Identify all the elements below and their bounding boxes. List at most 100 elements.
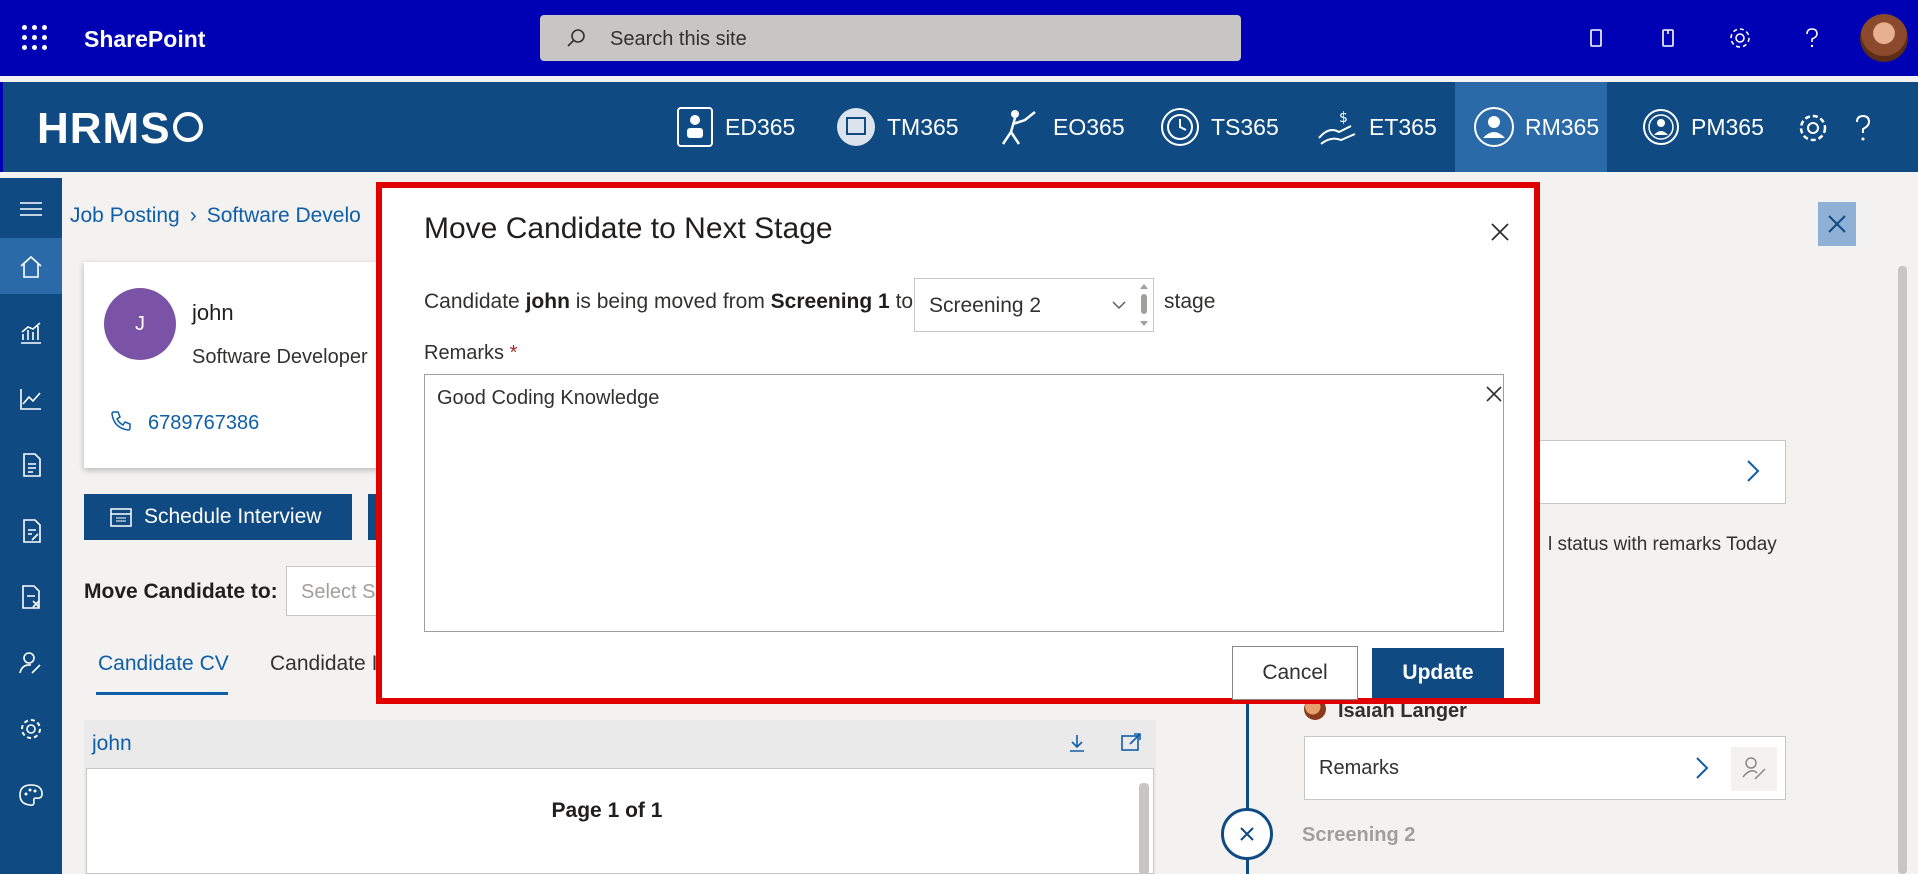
task-management-icon: [837, 108, 875, 146]
remarks-value: Good Coding Knowledge: [437, 387, 660, 409]
user-edit-icon[interactable]: [18, 650, 44, 676]
phone-icon: [111, 411, 131, 431]
page-scroll-thumb[interactable]: [1898, 266, 1907, 874]
user-avatar[interactable]: [1860, 14, 1908, 62]
sharepoint-suite-bar: SharePoint Search this site: [0, 0, 1918, 76]
cv-document: Page 1 of 1: [86, 768, 1154, 874]
expense-icon: $: [1318, 110, 1356, 145]
remarks-label: Remarks *: [424, 342, 518, 364]
edit-user-icon: [1742, 757, 1766, 780]
candidate-name-bold: john: [525, 290, 570, 313]
download-icon[interactable]: [1066, 732, 1088, 754]
candidate-avatar: J: [104, 288, 176, 360]
notebook-icon[interactable]: [1654, 24, 1682, 52]
close-icon[interactable]: [1486, 218, 1514, 246]
help-icon[interactable]: [1798, 24, 1826, 52]
dropdown-scrollbar[interactable]: [1135, 281, 1153, 329]
page-scrollbar[interactable]: [1890, 178, 1918, 874]
candidate-role: Software Developer: [192, 346, 368, 368]
close-icon: [1240, 827, 1254, 841]
document-remove-icon[interactable]: [18, 584, 44, 610]
cancel-button[interactable]: Cancel: [1232, 646, 1358, 700]
stage-word: stage: [1164, 290, 1216, 313]
close-icon: [1828, 215, 1846, 233]
onboarding-icon: [1001, 110, 1036, 145]
candidate-name: john: [192, 300, 234, 325]
nav-ed365[interactable]: ED365: [675, 82, 795, 172]
required-marker: *: [509, 342, 518, 364]
nav-label: RM365: [1525, 113, 1600, 140]
sharepoint-title[interactable]: SharePoint: [84, 26, 205, 53]
tab-candidate-info[interactable]: Candidate I: [270, 652, 377, 676]
site-search-box[interactable]: Search this site: [540, 15, 1241, 61]
cv-scrollbar[interactable]: [1139, 783, 1149, 874]
hrms-logo[interactable]: HRMS: [37, 104, 203, 154]
device-icon[interactable]: [1582, 24, 1610, 52]
clear-icon[interactable]: [1483, 383, 1505, 405]
breadcrumb-job-posting[interactable]: Job Posting: [70, 204, 180, 227]
timeline-remarks-box[interactable]: Remarks: [1304, 736, 1786, 800]
hrms-help-icon[interactable]: [1849, 112, 1877, 144]
performance-icon: [1643, 109, 1679, 145]
move-candidate-label: Move Candidate to:: [84, 580, 278, 603]
cv-page-indicator: Page 1 of 1: [551, 799, 663, 822]
svg-text:$: $: [1339, 110, 1348, 126]
nav-label: ED365: [725, 113, 796, 140]
search-icon: [567, 29, 585, 47]
candidate-phone[interactable]: 6789767386: [148, 412, 259, 435]
hrms-nav-bar: HRMS ED365 TM365 EO365 TS365 $ ET365 RM3…: [0, 82, 1918, 172]
nav-label: ET365: [1369, 113, 1437, 140]
dialog-title: Move Candidate to Next Stage: [424, 212, 833, 245]
nav-et365[interactable]: $ ET365: [1315, 82, 1437, 172]
employee-directory-icon: [677, 107, 713, 147]
chevron-right-icon: [1696, 757, 1709, 779]
left-rail: [0, 178, 62, 874]
settings-gear-icon[interactable]: [1726, 24, 1754, 52]
search-placeholder: Search this site: [610, 28, 747, 50]
cv-viewer: john Page 1 of 1: [84, 720, 1156, 874]
target-stage-dropdown[interactable]: Screening 2: [914, 278, 1154, 332]
nav-pm365[interactable]: PM365: [1641, 82, 1764, 172]
chevron-right-icon: [1747, 460, 1760, 482]
timesheet-icon: [1161, 108, 1199, 146]
cv-title: john: [92, 732, 132, 755]
document-edit-icon[interactable]: [18, 518, 44, 544]
timeline-remarks-label: Remarks: [1319, 757, 1400, 779]
status-text: l status with remarks Today: [1548, 534, 1777, 555]
edit-user-button[interactable]: [1731, 747, 1777, 791]
update-button[interactable]: Update: [1372, 648, 1504, 698]
chevron-right-icon: ›: [189, 204, 197, 227]
schedule-interview-button[interactable]: Schedule Interview: [84, 494, 352, 540]
open-external-icon[interactable]: [1120, 732, 1142, 754]
nav-label: TM365: [887, 113, 959, 140]
home-icon[interactable]: [18, 254, 44, 280]
hamburger-menu-icon[interactable]: [18, 196, 44, 222]
line-chart-icon[interactable]: [18, 386, 44, 412]
nav-label: EO365: [1053, 113, 1125, 140]
analytics-icon[interactable]: [18, 320, 44, 346]
schedule-interview-label: Schedule Interview: [144, 505, 322, 528]
breadcrumb: Job Posting › Software Develo: [70, 204, 361, 228]
nav-rm365[interactable]: RM365: [1455, 82, 1607, 172]
remarks-textarea[interactable]: Good Coding Knowledge: [424, 374, 1504, 632]
active-tab-indicator: [96, 692, 228, 695]
breadcrumb-current[interactable]: Software Develo: [207, 204, 361, 227]
candidate-card: J john Software Developer 6789767386: [84, 262, 404, 468]
from-stage: Screening 1: [770, 290, 890, 313]
tab-candidate-cv[interactable]: Candidate CV: [98, 652, 229, 676]
nav-label: PM365: [1691, 113, 1764, 140]
settings-icon[interactable]: [18, 716, 44, 742]
hrms-settings-icon[interactable]: [1797, 112, 1829, 144]
panel-close-button[interactable]: [1818, 202, 1856, 246]
recruitment-icon: [1474, 107, 1514, 147]
nav-label: TS365: [1211, 113, 1279, 140]
nav-ts365[interactable]: TS365: [1159, 82, 1279, 172]
nav-eo365[interactable]: EO365: [999, 82, 1125, 172]
nav-tm365[interactable]: TM365: [835, 82, 959, 172]
timeline-stage-label: Screening 2: [1302, 824, 1416, 846]
timeline-stage-node: [1221, 808, 1273, 860]
app-launcher-icon[interactable]: [22, 25, 48, 51]
document-icon[interactable]: [18, 452, 44, 478]
palette-icon[interactable]: [18, 782, 44, 808]
move-description: Candidate john is being moved from Scree…: [424, 290, 914, 313]
